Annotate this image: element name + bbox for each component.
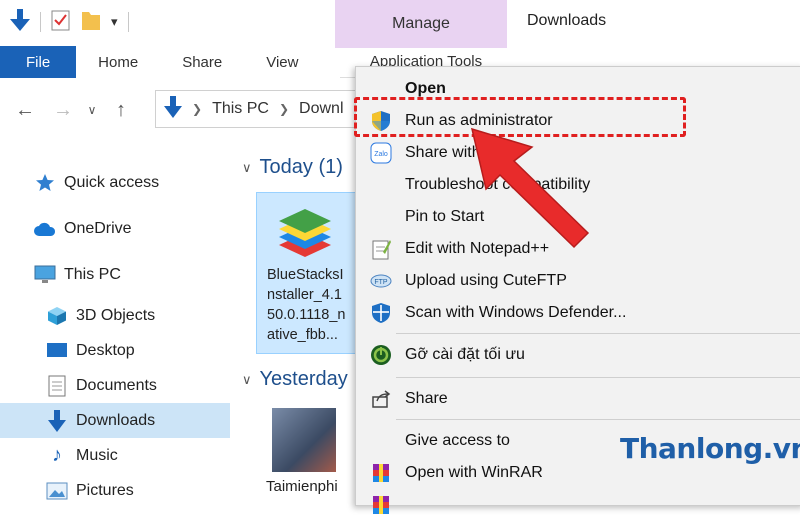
menu-item-label: Upload using CuteFTP (405, 272, 567, 289)
menu-item-scan-windows-defender[interactable]: Scan with Windows Defender... (356, 297, 800, 329)
sidebar-item-label: Downloads (76, 411, 156, 429)
sidebar-item-downloads[interactable]: Downloads (0, 403, 230, 438)
menu-item-partial[interactable] (356, 489, 800, 521)
document-icon (46, 375, 68, 397)
menu-item-uninstall[interactable]: Gỡ cài đặt tối ưu (356, 339, 800, 371)
chevron-down-icon: ∨ (242, 159, 252, 175)
up-arrow-icon[interactable]: ↑ (102, 99, 140, 122)
star-icon (34, 172, 56, 194)
manage-tab[interactable]: Manage (335, 0, 507, 48)
breadcrumb-downloads[interactable]: Downl (299, 100, 343, 118)
manage-label: Manage (392, 15, 450, 32)
sidebar-item-label: OneDrive (64, 220, 132, 237)
svg-text:Zalo: Zalo (374, 151, 388, 158)
bluestacks-icon (275, 201, 335, 266)
back-arrow-icon[interactable]: ← (6, 99, 44, 122)
group-header-yesterday[interactable]: ∨ Yesterday (242, 368, 348, 391)
menu-item-label: Give access to (405, 432, 510, 449)
customize-toolbar-icon[interactable]: ▾ (111, 14, 118, 30)
file-name: BlueStacksI nstaller_4.1 50.0.1118_n ati… (267, 267, 346, 343)
forward-arrow-icon[interactable]: → (44, 99, 82, 122)
sidebar-item-3d-objects[interactable]: 3D Objects (0, 298, 230, 333)
sidebar-item-this-pc[interactable]: This PC (0, 252, 230, 298)
menu-item-share[interactable]: Share (356, 383, 800, 415)
sidebar-item-label: 3D Objects (76, 306, 156, 324)
sidebar-item-label: Desktop (76, 341, 135, 359)
share-icon (370, 388, 392, 410)
group-header-today[interactable]: ∨ Today (1) (242, 156, 343, 179)
breadcrumb-separator: ❯ (278, 102, 290, 116)
music-icon: ♪ (52, 444, 62, 466)
group-label: Yesterday (259, 368, 348, 390)
file-thumbnail[interactable] (272, 408, 336, 472)
watermark-logo: Thanlong.vn (620, 432, 800, 465)
chevron-down-icon: ∨ (242, 371, 252, 387)
breadcrumb-separator: ❯ (192, 102, 203, 116)
sidebar-item-desktop[interactable]: Desktop (0, 333, 230, 368)
sidebar-item-documents[interactable]: Documents (0, 368, 230, 403)
sidebar-item-label: Quick access (64, 174, 160, 191)
menu-item-label: Gỡ cài đặt tối ưu (405, 346, 525, 363)
down-arrow-icon[interactable] (10, 8, 30, 36)
new-folder-icon[interactable] (81, 9, 101, 36)
toolbar-divider (127, 12, 129, 32)
uninstall-icon (370, 344, 392, 366)
file-name: Taimienphi (266, 478, 338, 495)
sidebar-item-pictures[interactable]: Pictures (0, 473, 230, 508)
cube-icon (46, 305, 68, 327)
tab-file[interactable]: File (0, 46, 77, 78)
menu-item-upload-cuteftp[interactable]: FTP Upload using CuteFTP (356, 265, 800, 297)
recent-chevron-icon[interactable]: ∨ (82, 103, 102, 117)
quick-access-toolbar: ▾ (0, 0, 335, 44)
svg-text:FTP: FTP (374, 279, 388, 286)
monitor-icon (34, 264, 56, 286)
window-title: Downloads (527, 12, 607, 29)
file-item-bluestacks[interactable]: BlueStacksI nstaller_4.1 50.0.1118_n ati… (256, 192, 356, 354)
sidebar-item-label: Pictures (76, 481, 134, 499)
menu-divider (396, 333, 800, 334)
toolbar-divider (40, 12, 41, 32)
winrar-icon (370, 494, 392, 516)
defender-icon (370, 302, 392, 324)
download-icon (46, 409, 68, 432)
winrar-icon (370, 462, 392, 484)
group-label: Today (1) (259, 156, 343, 178)
menu-item-label: Share (405, 390, 448, 407)
properties-icon[interactable] (51, 9, 71, 36)
menu-divider (396, 377, 800, 378)
notepad-icon (370, 238, 392, 260)
cloud-icon (34, 218, 56, 240)
menu-item-label: Open (405, 80, 446, 97)
sidebar-item-music[interactable]: ♪ Music (0, 438, 230, 473)
navigation-pane: Quick access OneDrive This PC 3D Objects… (0, 160, 230, 508)
tab-home[interactable]: Home (76, 46, 160, 78)
sidebar-item-label: Documents (76, 376, 157, 394)
tab-view[interactable]: View (244, 46, 320, 78)
sidebar-item-label: This PC (64, 266, 121, 283)
desktop-icon (46, 340, 68, 362)
sidebar-item-onedrive[interactable]: OneDrive (0, 206, 230, 252)
breadcrumb-this-pc[interactable]: This PC (212, 100, 269, 118)
download-icon (164, 95, 182, 123)
ftp-icon: FTP (370, 270, 392, 292)
menu-item-label: Open with WinRAR (405, 464, 543, 481)
menu-item-label: Scan with Windows Defender... (405, 304, 627, 321)
sidebar-item-label: Music (76, 446, 118, 464)
pointer-arrow-icon (470, 127, 590, 249)
pictures-icon (46, 480, 68, 502)
zalo-icon: Zalo (370, 142, 392, 164)
tab-share[interactable]: Share (160, 46, 244, 78)
sidebar-item-quick-access[interactable]: Quick access (0, 160, 230, 206)
menu-divider (396, 419, 800, 420)
